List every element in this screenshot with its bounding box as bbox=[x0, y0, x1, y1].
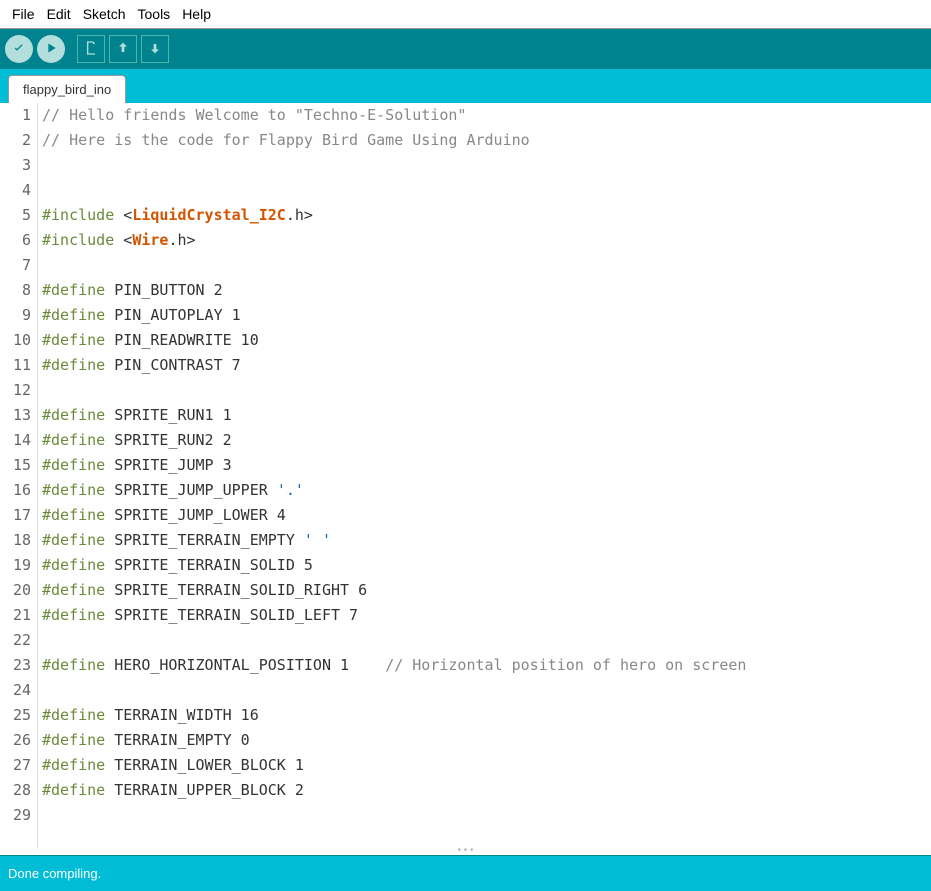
line-number: 23 bbox=[4, 653, 31, 678]
line-number: 3 bbox=[4, 153, 31, 178]
line-number: 16 bbox=[4, 478, 31, 503]
code-line[interactable]: #define SPRITE_JUMP 3 bbox=[42, 453, 931, 478]
line-number: 7 bbox=[4, 253, 31, 278]
line-number: 10 bbox=[4, 328, 31, 353]
line-number: 14 bbox=[4, 428, 31, 453]
code-line[interactable]: #define PIN_AUTOPLAY 1 bbox=[42, 303, 931, 328]
line-number: 8 bbox=[4, 278, 31, 303]
line-number: 15 bbox=[4, 453, 31, 478]
check-icon bbox=[11, 40, 27, 59]
line-number: 6 bbox=[4, 228, 31, 253]
arrow-right-icon bbox=[43, 40, 59, 59]
code-line[interactable]: #define TERRAIN_WIDTH 16 bbox=[42, 703, 931, 728]
code-line[interactable]: // Here is the code for Flappy Bird Game… bbox=[42, 128, 931, 153]
tab-strip: flappy_bird_ino bbox=[0, 69, 931, 103]
menu-bar: FileEditSketchToolsHelp bbox=[0, 0, 931, 29]
code-line[interactable]: #include <Wire.h> bbox=[42, 228, 931, 253]
code-line[interactable]: #define SPRITE_TERRAIN_SOLID_LEFT 7 bbox=[42, 603, 931, 628]
code-area[interactable]: // Hello friends Welcome to "Techno-E-So… bbox=[38, 103, 931, 849]
verify-button[interactable] bbox=[5, 35, 33, 63]
line-gutter: 1234567891011121314151617181920212223242… bbox=[0, 103, 38, 849]
status-bar: Done compiling. bbox=[0, 855, 931, 891]
code-line[interactable]: #define SPRITE_TERRAIN_SOLID_RIGHT 6 bbox=[42, 578, 931, 603]
code-line[interactable]: #define SPRITE_JUMP_LOWER 4 bbox=[42, 503, 931, 528]
code-line[interactable]: #define TERRAIN_UPPER_BLOCK 2 bbox=[42, 778, 931, 803]
line-number: 17 bbox=[4, 503, 31, 528]
code-line[interactable] bbox=[42, 253, 931, 278]
line-number: 5 bbox=[4, 203, 31, 228]
status-message: Done compiling. bbox=[8, 866, 101, 881]
menu-tools[interactable]: Tools bbox=[132, 4, 177, 24]
line-number: 29 bbox=[4, 803, 31, 828]
menu-edit[interactable]: Edit bbox=[41, 4, 77, 24]
code-line[interactable]: #define PIN_READWRITE 10 bbox=[42, 328, 931, 353]
upload-button[interactable] bbox=[37, 35, 65, 63]
code-line[interactable]: #define SPRITE_TERRAIN_EMPTY ' ' bbox=[42, 528, 931, 553]
menu-help[interactable]: Help bbox=[176, 4, 217, 24]
file-icon bbox=[83, 40, 99, 59]
line-number: 27 bbox=[4, 753, 31, 778]
line-number: 13 bbox=[4, 403, 31, 428]
line-number: 24 bbox=[4, 678, 31, 703]
code-line[interactable]: #define HERO_HORIZONTAL_POSITION 1 // Ho… bbox=[42, 653, 931, 678]
toolbar bbox=[0, 29, 931, 69]
line-number: 12 bbox=[4, 378, 31, 403]
code-line[interactable]: #define PIN_CONTRAST 7 bbox=[42, 353, 931, 378]
line-number: 4 bbox=[4, 178, 31, 203]
code-line[interactable] bbox=[42, 153, 931, 178]
code-line[interactable] bbox=[42, 803, 931, 828]
code-editor[interactable]: 1234567891011121314151617181920212223242… bbox=[0, 103, 931, 849]
line-number: 2 bbox=[4, 128, 31, 153]
code-line[interactable]: #define TERRAIN_LOWER_BLOCK 1 bbox=[42, 753, 931, 778]
save-button[interactable] bbox=[141, 35, 169, 63]
line-number: 22 bbox=[4, 628, 31, 653]
new-button[interactable] bbox=[77, 35, 105, 63]
code-line[interactable] bbox=[42, 378, 931, 403]
code-line[interactable]: #define PIN_BUTTON 2 bbox=[42, 278, 931, 303]
open-button[interactable] bbox=[109, 35, 137, 63]
tab-sketch[interactable]: flappy_bird_ino bbox=[8, 75, 126, 103]
line-number: 20 bbox=[4, 578, 31, 603]
menu-sketch[interactable]: Sketch bbox=[77, 4, 132, 24]
line-number: 28 bbox=[4, 778, 31, 803]
code-line[interactable]: #define SPRITE_RUN2 2 bbox=[42, 428, 931, 453]
line-number: 18 bbox=[4, 528, 31, 553]
code-line[interactable]: #include <LiquidCrystal_I2C.h> bbox=[42, 203, 931, 228]
line-number: 19 bbox=[4, 553, 31, 578]
line-number: 25 bbox=[4, 703, 31, 728]
line-number: 21 bbox=[4, 603, 31, 628]
line-number: 1 bbox=[4, 103, 31, 128]
code-line[interactable] bbox=[42, 678, 931, 703]
line-number: 26 bbox=[4, 728, 31, 753]
code-line[interactable] bbox=[42, 178, 931, 203]
code-line[interactable]: // Hello friends Welcome to "Techno-E-So… bbox=[42, 103, 931, 128]
line-number: 9 bbox=[4, 303, 31, 328]
arrow-up-icon bbox=[115, 40, 131, 59]
line-number: 11 bbox=[4, 353, 31, 378]
code-line[interactable]: #define TERRAIN_EMPTY 0 bbox=[42, 728, 931, 753]
code-line[interactable]: #define SPRITE_TERRAIN_SOLID 5 bbox=[42, 553, 931, 578]
code-line[interactable]: #define SPRITE_JUMP_UPPER '.' bbox=[42, 478, 931, 503]
arrow-down-icon bbox=[147, 40, 163, 59]
code-line[interactable]: #define SPRITE_RUN1 1 bbox=[42, 403, 931, 428]
code-line[interactable] bbox=[42, 628, 931, 653]
menu-file[interactable]: File bbox=[6, 4, 41, 24]
